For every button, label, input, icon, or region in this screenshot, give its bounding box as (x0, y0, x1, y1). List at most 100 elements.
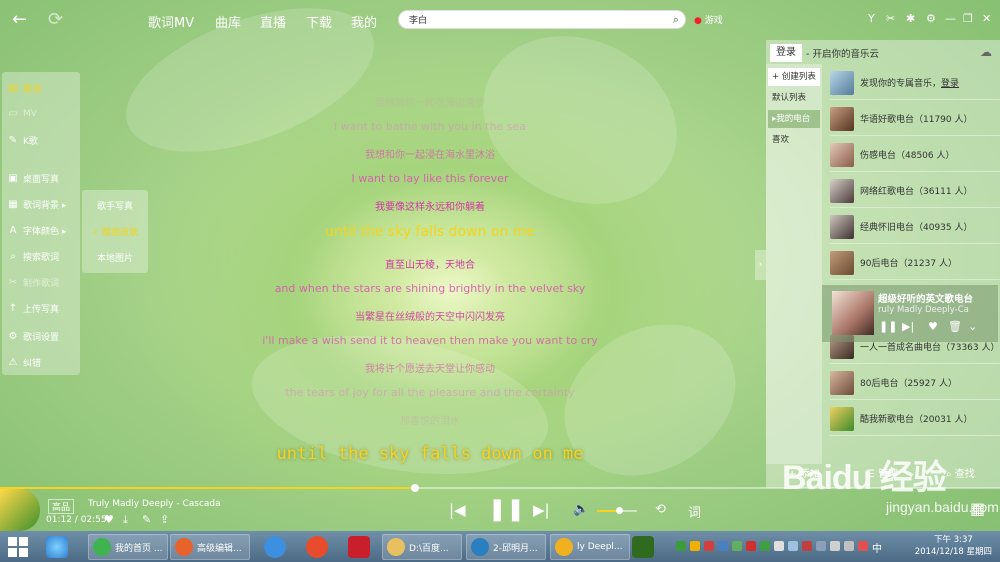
windows-start-icon[interactable] (8, 537, 28, 557)
playlist-tab[interactable]: 默认列表 (768, 89, 820, 107)
tray-icon[interactable] (732, 541, 742, 551)
mic-icon[interactable]: ✎ (142, 513, 151, 526)
minimize-icon[interactable]: — (945, 12, 956, 25)
trash-icon[interactable]: 🗑 (948, 320, 962, 333)
pause-icon[interactable]: ❚❚ (879, 320, 897, 333)
theme-icon[interactable]: ✂ (886, 12, 895, 25)
left-menu-item[interactable]: ▣ 桌面写真 (8, 172, 59, 185)
left-menu-item[interactable]: ▤ 歌词 (8, 82, 41, 95)
game-link[interactable]: ● 游戏 (694, 13, 723, 26)
taskbar-task[interactable]: D:\百度... (382, 534, 462, 560)
left-menu-item[interactable]: ⌕ 搜索歌词 (8, 250, 59, 263)
volume-slider[interactable] (597, 507, 637, 514)
back-arrow-icon[interactable]: ← (12, 9, 27, 30)
submenu-item[interactable]: 本地图片 (82, 251, 148, 264)
next-icon[interactable]: ▶| (902, 320, 914, 333)
left-menu-item[interactable]: ▦ 歌词背景 ▸ (8, 198, 66, 211)
tray-icon[interactable] (774, 541, 784, 551)
search-input[interactable] (399, 11, 649, 27)
next-icon[interactable]: ▶| (533, 501, 550, 519)
featured-station[interactable]: 超级好听的英文歌电台 ruly Madly Deeply-Ca ❚❚ ▶| ♥ … (822, 285, 998, 342)
create-list-button[interactable]: + 创建列表 (768, 68, 820, 86)
loop-icon[interactable]: ⟲ (655, 502, 666, 517)
pinned-app-icon[interactable] (306, 536, 328, 558)
taskbar-task[interactable]: 2-邱明月... (466, 534, 546, 560)
left-menu-label: MV (23, 108, 37, 119)
left-menu-item[interactable]: ⚠ 纠错 (8, 356, 42, 369)
previous-icon[interactable]: |◀ (449, 501, 466, 519)
tray-icon[interactable] (690, 541, 700, 551)
refresh-icon[interactable]: ⟳ (48, 9, 63, 30)
playlist-tab[interactable]: ▸我的电台 (768, 110, 820, 128)
lyric-line: 我要像这样永远和你躺着 (375, 202, 485, 213)
restore-icon[interactable]: ❐ (963, 12, 973, 25)
volume-knob[interactable] (616, 507, 623, 514)
station-name: 伤感电台（48506 人） (860, 151, 955, 161)
input-language[interactable]: 中 (872, 540, 882, 555)
station-item[interactable]: 华语好歌电台（11790 人） (830, 102, 1000, 136)
login-tab[interactable]: 登录 (770, 44, 802, 62)
share-icon[interactable]: ⇪ (160, 513, 169, 526)
tray-icon[interactable] (676, 541, 686, 551)
tray-icon[interactable] (704, 541, 714, 551)
nav-lyrics-mv[interactable]: 歌词MV (148, 12, 194, 31)
station-cover (832, 291, 874, 335)
more-icon[interactable]: ⌄ (968, 320, 977, 333)
panel-collapse-icon[interactable]: › (755, 250, 766, 280)
clock[interactable]: 下午 3:37 2014/12/18 星期四 (915, 534, 992, 558)
tray-icon[interactable] (788, 541, 798, 551)
gear-icon[interactable]: ⚙ (926, 12, 936, 25)
nav-live[interactable]: 直播 (260, 12, 286, 31)
submenu-item[interactable]: 歌手写真 (82, 199, 148, 212)
song-title: Truly Madly Deeply - Cascada (88, 499, 221, 509)
download-icon[interactable]: ⤓ (123, 513, 128, 527)
taskbar-task[interactable]: 高级编辑... (170, 534, 250, 560)
panel-slogan: - 开启你的音乐云 (806, 49, 879, 60)
lyric-button[interactable]: 词 (688, 502, 701, 521)
cloud-icon[interactable]: ☁ (980, 45, 992, 59)
left-menu-item[interactable]: ⚙ 歌词设置 (8, 330, 60, 343)
left-menu-item[interactable]: ✎ K歌 (8, 134, 38, 147)
login-link[interactable]: 登录 (941, 79, 959, 89)
pinned-app-icon[interactable] (46, 536, 68, 558)
playlist-tab[interactable]: 喜欢 (768, 131, 820, 149)
skin-icon[interactable]: Y (868, 12, 875, 25)
left-menu-item[interactable]: ✂ 制作歌词 (8, 276, 59, 289)
pause-icon[interactable]: ❚❚ (488, 497, 525, 522)
nav-library[interactable]: 曲库 (215, 12, 241, 31)
station-item[interactable]: 90后电台（21237 人） (830, 246, 1000, 280)
left-menu-item[interactable]: ↑ 上传写真 (8, 302, 59, 315)
heart-icon[interactable]: ♥ (928, 320, 938, 333)
volume-icon[interactable]: 🔈 (573, 502, 589, 517)
tray-icon[interactable] (802, 541, 812, 551)
lyric-line: I want to bathe with you in the sea (334, 120, 526, 133)
left-menu-item[interactable]: A 字体颜色 ▸ (8, 224, 67, 237)
taskbar-task[interactable]: 我的首页 ... (88, 534, 168, 560)
station-item[interactable]: 网络红歌电台（36111 人） (830, 174, 1000, 208)
tray-icon[interactable] (760, 541, 770, 551)
taskbar-task[interactable]: ly Deepl... (550, 534, 630, 560)
tray-icon[interactable] (844, 541, 854, 551)
station-item[interactable]: 酷我新歌电台（20031 人） (830, 402, 1000, 436)
pinned-app-icon[interactable] (264, 536, 286, 558)
heart-icon[interactable]: ♥ (104, 513, 114, 526)
tray-icon[interactable] (858, 541, 868, 551)
tray-icon[interactable] (718, 541, 728, 551)
submenu-item[interactable]: ✓ 酷我皮肤 (82, 225, 148, 238)
tray-icon[interactable] (830, 541, 840, 551)
left-menu-item[interactable]: ▭ MV (8, 108, 37, 119)
app-icon[interactable]: ✱ (906, 12, 915, 25)
tray-icon[interactable] (816, 541, 826, 551)
tray-icon[interactable] (746, 541, 756, 551)
search-icon[interactable]: ⌕ (673, 13, 679, 27)
station-item[interactable]: 80后电台（25927 人） (830, 366, 1000, 400)
close-icon[interactable]: ✕ (982, 12, 991, 25)
nav-download[interactable]: 下载 (306, 12, 332, 31)
station-avatar (830, 406, 854, 431)
station-item[interactable]: 经典怀旧电台（40935 人） (830, 210, 1000, 244)
station-item[interactable]: 伤感电台（48506 人） (830, 138, 1000, 172)
quality-badge[interactable]: 高品 (48, 499, 75, 514)
pinned-app-icon[interactable] (348, 536, 370, 558)
pinned-app-icon[interactable] (632, 536, 654, 558)
nav-mine[interactable]: 我的 (351, 12, 377, 31)
